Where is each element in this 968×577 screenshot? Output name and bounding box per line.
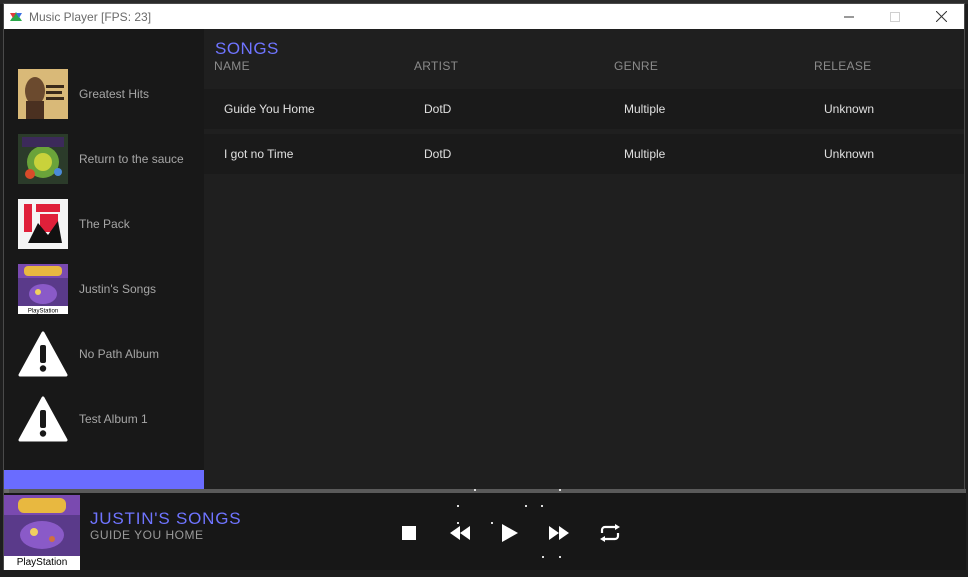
visualizer-dot <box>559 489 561 491</box>
album-name: Return to the sauce <box>79 152 184 166</box>
page-title: SONGS <box>215 39 279 58</box>
repeat-button[interactable] <box>599 523 621 547</box>
the-pack-cover <box>18 199 68 249</box>
album-sidebar: Greatest Hits Return to the sauce The Pa… <box>4 29 204 489</box>
fast-forward-button[interactable] <box>548 524 570 546</box>
greatest-hits-cover <box>18 69 68 119</box>
album-name: Greatest Hits <box>79 87 150 101</box>
sidebar-selection-highlight <box>4 470 204 489</box>
now-playing-song: GUIDE YOU HOME <box>90 528 204 542</box>
repeat-icon <box>599 523 621 547</box>
songs-panel: SONGS NAME ARTIST GENRE RELEASE Guide Yo… <box>204 29 964 489</box>
visualizer-dot <box>542 556 544 558</box>
song-row[interactable]: I got no Time DotD Multiple Unknown <box>204 134 964 174</box>
fast-forward-icon <box>548 525 570 546</box>
album-item-no-path-album[interactable]: No Path Album <box>18 328 204 380</box>
warning-icon <box>18 329 68 379</box>
spyro-playstation-cover: PlayStation <box>18 264 68 314</box>
album-item-the-pack[interactable]: The Pack <box>18 198 204 250</box>
song-name: Guide You Home <box>224 102 315 116</box>
warning-icon <box>18 394 68 444</box>
album-item-test-album-1[interactable]: Test Album 1 <box>18 393 204 445</box>
song-genre: Multiple <box>624 147 666 161</box>
now-playing-cover: PlayStation <box>4 495 80 570</box>
rewind-button[interactable] <box>449 524 471 546</box>
window-controls <box>826 4 964 29</box>
play-icon <box>501 523 519 548</box>
column-header-release[interactable]: RELEASE <box>814 59 871 73</box>
minimize-button[interactable] <box>826 4 872 29</box>
visualizer-dot <box>457 522 459 524</box>
visualizer-dot <box>457 505 459 507</box>
playstation-label: PlayStation <box>16 557 68 568</box>
return-to-the-sauce-cover <box>18 134 68 184</box>
visualizer-dot <box>474 489 476 491</box>
album-item-greatest-hits[interactable]: Greatest Hits <box>18 68 204 120</box>
maximize-button[interactable] <box>872 4 918 29</box>
visualizer-dot <box>541 505 543 507</box>
visualizer-dot <box>559 556 561 558</box>
song-release: Unknown <box>824 102 875 116</box>
column-header-name[interactable]: NAME <box>214 59 250 73</box>
now-playing-album: JUSTIN'S SONGS <box>90 509 242 528</box>
album-item-justins-songs[interactable]: PlayStation Justin's Songs <box>18 263 204 315</box>
song-artist: DotD <box>424 147 452 161</box>
album-name: Justin's Songs <box>79 282 156 296</box>
song-genre: Multiple <box>624 102 666 116</box>
album-item-return-to-the-sauce[interactable]: Return to the sauce <box>18 133 204 185</box>
song-release: Unknown <box>824 147 875 161</box>
column-header-artist[interactable]: ARTIST <box>414 59 458 73</box>
title-bar[interactable]: Music Player [FPS: 23] <box>4 4 964 29</box>
now-playing-bar: PlayStation JUSTIN'S SONGS GUIDE YOU HOM… <box>4 489 966 570</box>
app-icon <box>9 10 23 24</box>
song-artist: DotD <box>424 102 452 116</box>
album-name: No Path Album <box>79 347 160 361</box>
album-name: Test Album 1 <box>79 412 148 426</box>
music-player-window: Music Player [FPS: 23] Greatest Hits Ret… <box>3 3 966 570</box>
song-row[interactable]: Guide You Home DotD Multiple Unknown <box>204 89 964 129</box>
window-title: Music Player [FPS: 23] <box>29 9 152 24</box>
svg-text:PlayStation: PlayStation <box>28 309 58 315</box>
visualizer-dot <box>525 505 527 507</box>
stop-icon <box>401 525 417 546</box>
album-name: The Pack <box>79 217 130 231</box>
stop-button[interactable] <box>398 524 420 546</box>
close-button[interactable] <box>918 4 964 29</box>
play-button[interactable] <box>499 523 521 548</box>
column-header-genre[interactable]: GENRE <box>614 59 658 73</box>
rewind-icon <box>449 525 471 546</box>
visualizer-dot <box>491 522 493 524</box>
song-name: I got no Time <box>224 147 294 161</box>
